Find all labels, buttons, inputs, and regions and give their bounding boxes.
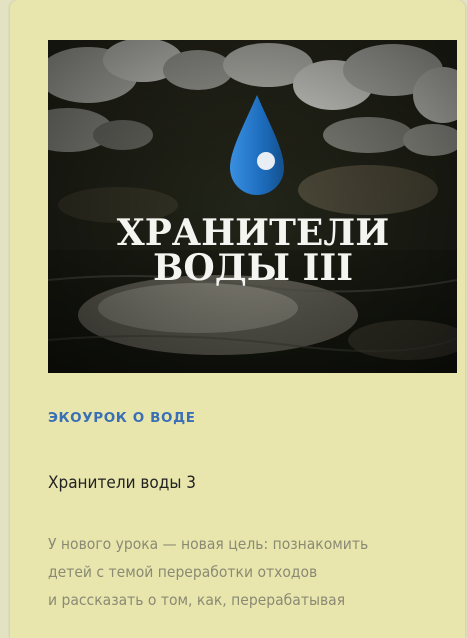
category-link[interactable]: ЭКОУРОК О ВОДЕ <box>48 410 196 426</box>
description-line: детей с темой переработки отходов <box>48 563 318 581</box>
lesson-image[interactable]: ХРАНИТЕЛИ ВОДЫ III <box>48 40 457 373</box>
lesson-title[interactable]: Хранители воды 3 <box>48 473 196 493</box>
lesson-card[interactable]: ХРАНИТЕЛИ ВОДЫ III ЭКОУРОК О ВОДЕ Хранит… <box>10 0 465 638</box>
lesson-description: У нового урока — новая цель: познакомить… <box>48 530 448 614</box>
image-title-line2: ВОДЫ III <box>153 247 353 289</box>
description-line: У нового урока — новая цель: познакомить <box>48 535 369 553</box>
page: ХРАНИТЕЛИ ВОДЫ III ЭКОУРОК О ВОДЕ Хранит… <box>0 0 467 638</box>
description-line: и рассказать о том, как, перерабатывая <box>48 591 346 609</box>
